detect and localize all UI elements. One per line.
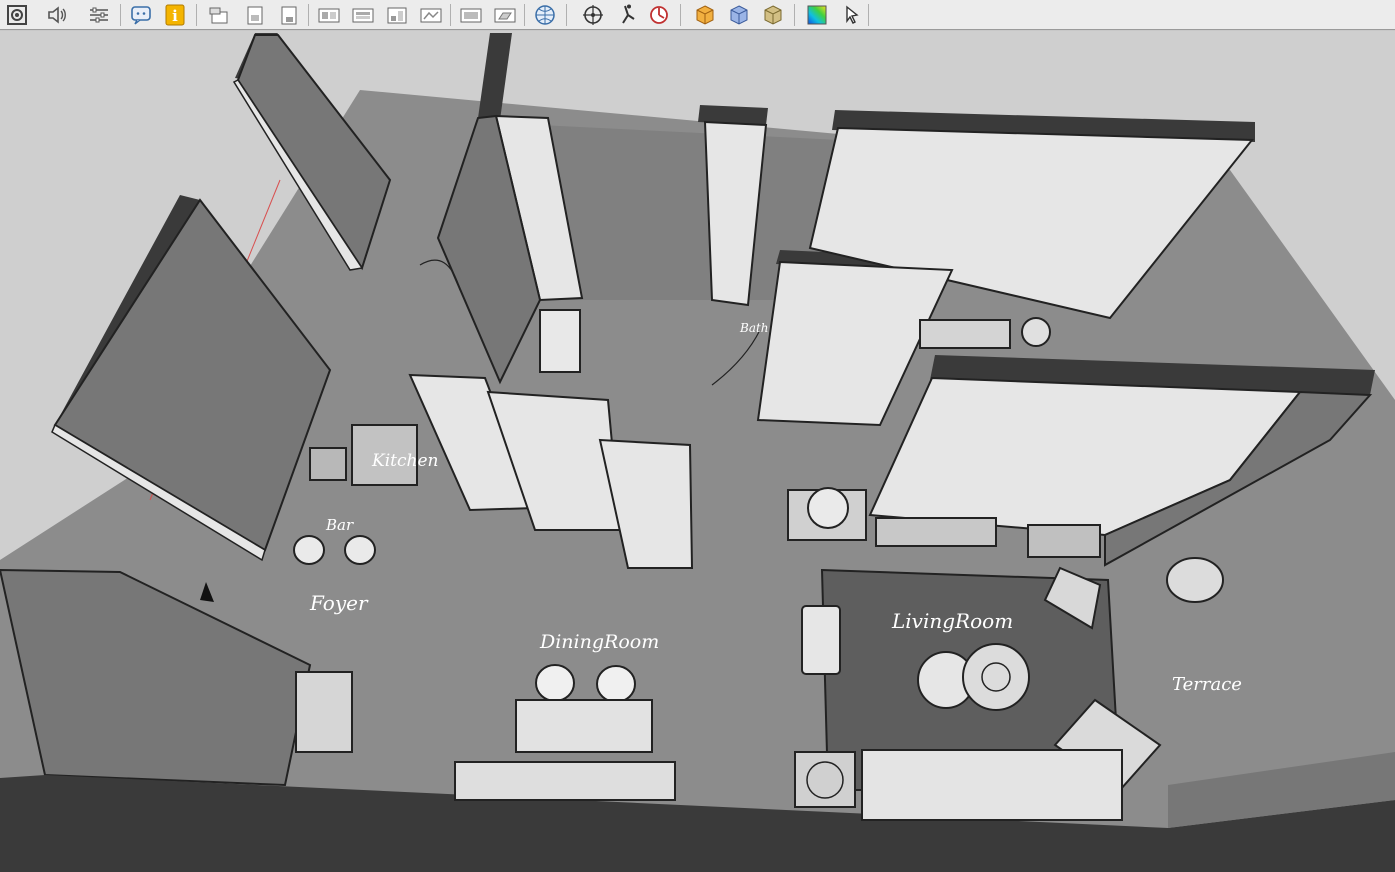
toolbar-separator: [680, 4, 681, 26]
foyer-cabinet: [295, 671, 353, 753]
model-viewport[interactable]: Kitchen Bar Foyer DiningRoom LivingRoom …: [0, 31, 1395, 872]
toolbar-separator: [868, 4, 869, 26]
tv-console: [875, 517, 997, 547]
sketchup-window: i Kitchen Bar Foyer DiningRoom LivingRoo…: [0, 0, 1395, 872]
bar-stool: [344, 535, 376, 565]
view-left-icon[interactable]: [384, 2, 410, 28]
storage-box: [1027, 524, 1101, 558]
page-alt-icon[interactable]: [276, 2, 302, 28]
walk-icon[interactable]: [614, 2, 640, 28]
sound-icon[interactable]: [44, 2, 70, 28]
color-gradient-icon[interactable]: [804, 2, 830, 28]
chat-bubble-icon[interactable]: [128, 2, 154, 28]
style-icon[interactable]: [4, 2, 30, 28]
position-camera-icon[interactable]: [580, 2, 606, 28]
toolbar-separator: [196, 4, 197, 26]
bedroom-desk: [919, 319, 1011, 349]
dining-chair: [535, 664, 575, 702]
toolbar-separator: [450, 4, 451, 26]
toolbar-separator: [308, 4, 309, 26]
dining-bench: [454, 761, 676, 801]
room-label-bath: Bath: [739, 321, 769, 335]
view-top-icon[interactable]: [458, 2, 484, 28]
side-table: [801, 605, 841, 675]
layer-stack-icon[interactable]: [206, 2, 232, 28]
coffee-table: [962, 643, 1030, 711]
kitchen-sink: [309, 447, 347, 481]
page-icon[interactable]: [242, 2, 268, 28]
view-right-icon[interactable]: [418, 2, 444, 28]
sofa: [861, 749, 1123, 821]
round-table: [807, 487, 849, 529]
dining-chair: [596, 665, 636, 703]
room-label-bar: Bar: [325, 516, 354, 534]
toolbar-separator: [524, 4, 525, 26]
box-blue-icon[interactable]: [726, 2, 752, 28]
bathtub: [539, 309, 581, 373]
toolbar: i: [0, 0, 1395, 30]
room-label-foyer: Foyer: [309, 591, 369, 615]
bedroom-stool: [1021, 317, 1051, 347]
pointer-tool-icon[interactable]: [840, 2, 866, 28]
bar-stool: [293, 535, 325, 565]
info-icon[interactable]: i: [162, 2, 188, 28]
box-orange-icon[interactable]: [692, 2, 718, 28]
room-label-living: LivingRoom: [891, 609, 1013, 633]
svg-text:i: i: [172, 7, 178, 25]
toolbar-separator: [794, 4, 795, 26]
room-label-kitchen: Kitchen: [371, 451, 438, 471]
room-label-terrace: Terrace: [1172, 674, 1242, 695]
room-label-dining: DiningRoom: [539, 631, 659, 653]
view-iso-icon[interactable]: [492, 2, 518, 28]
floorplan-scene[interactable]: Kitchen Bar Foyer DiningRoom LivingRoom …: [0, 31, 1395, 872]
globe-icon[interactable]: [532, 2, 558, 28]
terrace-chair: [1166, 557, 1224, 603]
box-khaki-icon[interactable]: [760, 2, 786, 28]
look-around-icon[interactable]: [646, 2, 672, 28]
dining-table: [515, 699, 653, 753]
view-front-icon[interactable]: [316, 2, 342, 28]
toolbar-separator: [566, 4, 567, 26]
view-back-icon[interactable]: [350, 2, 376, 28]
toolbar-separator: [120, 4, 121, 26]
settings-sliders-icon[interactable]: [86, 2, 112, 28]
